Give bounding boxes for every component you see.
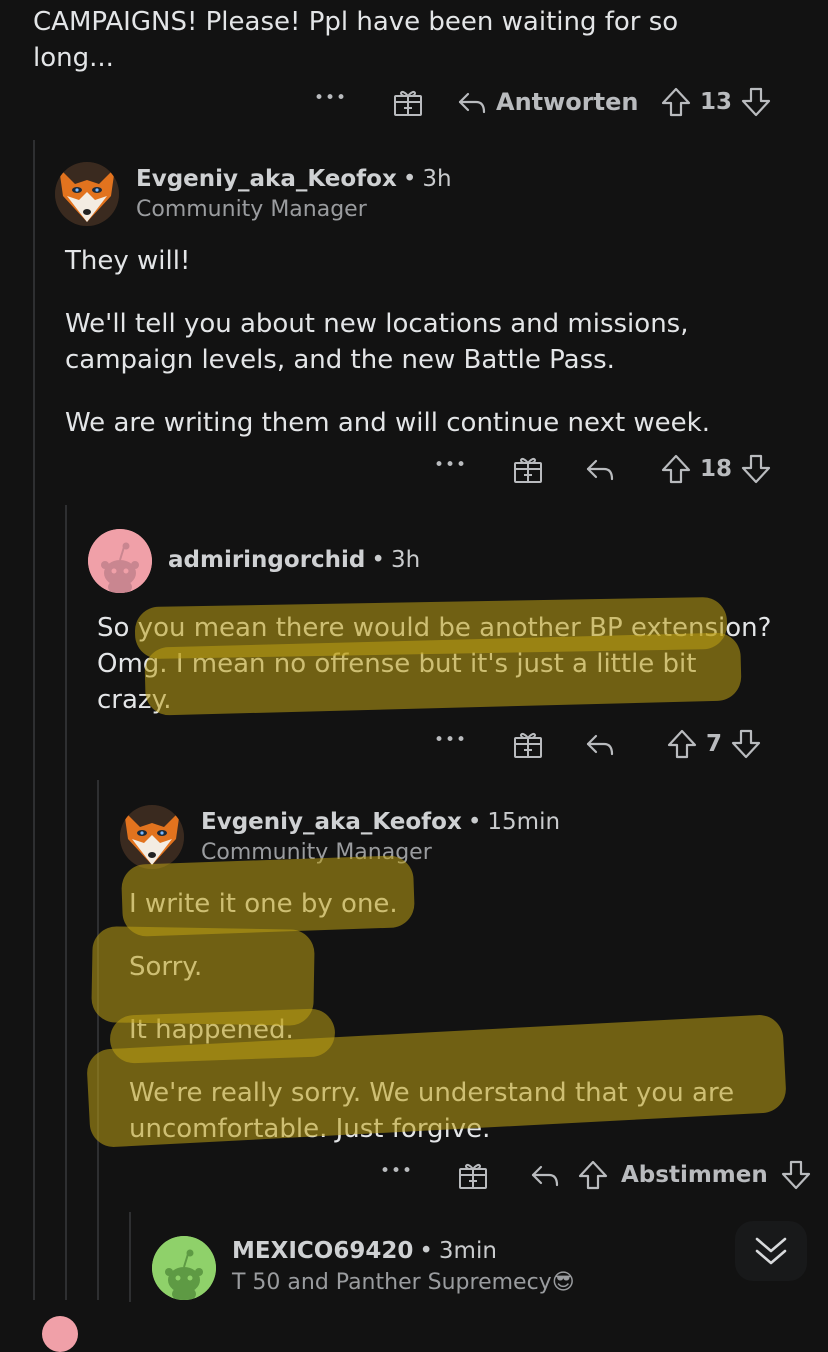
vote-count: 13 [700,89,733,115]
vote-count: 18 [700,456,733,482]
snoo-avatar-icon [88,529,152,593]
separator: • [467,809,482,835]
user-flair-line: T 50 and Panther Supremecy😎 [232,1270,575,1295]
award-icon [459,1163,487,1189]
avatar[interactable] [120,805,184,869]
more-button[interactable]: ••• [314,88,347,108]
collapse-button[interactable] [735,1221,807,1281]
comment-paragraph: We are writing them and will continue ne… [65,408,710,438]
comment-paragraph: Sorry. [129,952,203,982]
more-icon: ••• [380,1161,414,1181]
comment-author-line: MEXICO69420 • 3min [232,1238,497,1264]
avatar[interactable] [55,162,119,226]
avatar[interactable] [42,1316,78,1352]
reply-icon [586,459,614,481]
user-flair: Community Manager [136,197,367,222]
comment-paragraph: We're really sorry. We understand that y… [129,1078,735,1144]
comment-paragraph: They will! [65,246,191,276]
more-button[interactable]: ••• [380,1161,413,1181]
comment-body: I write it one by one. Sorry. It happene… [129,886,789,1174]
username[interactable]: Evgeniy_aka_Keofox [136,166,397,192]
comment-paragraph: We'll tell you about new locations and m… [65,309,689,375]
vote-control: 13 [660,86,772,118]
fox-avatar-icon [120,805,184,869]
award-button[interactable] [512,728,544,760]
username[interactable]: MEXICO69420 [232,1238,413,1264]
downvote-icon[interactable] [740,86,772,118]
comment-author-line: Evgeniy_aka_Keofox • 3h [136,166,452,192]
avatar[interactable] [152,1236,216,1300]
more-icon: ••• [434,455,468,475]
reply-icon [458,92,486,114]
reply-button[interactable]: Antworten [456,86,638,118]
vote-count: 7 [706,731,723,757]
more-icon: ••• [314,88,348,108]
timestamp: 3h [422,166,452,192]
separator: • [419,1238,433,1264]
username[interactable]: admiringorchid [168,547,365,573]
award-icon [394,90,422,116]
comment-paragraph: I write it one by one. [129,889,398,919]
snoo-avatar-icon [152,1236,216,1300]
comment-paragraph: It happened. [129,1015,294,1045]
thread-line-level-1[interactable] [33,140,35,1300]
award-icon [514,457,542,483]
downvote-icon[interactable] [740,453,772,485]
award-button[interactable] [457,1159,489,1191]
vote-control: 7 [666,728,762,760]
fox-avatar-icon [55,162,119,226]
award-button[interactable] [512,453,544,485]
comment-paragraph: CAMPAIGNS! Please! Ppl have been waiting… [33,7,679,73]
award-icon [514,732,542,758]
comment-author-line: Evgeniy_aka_Keofox • 15min [201,809,560,835]
vote-label: Abstimmen [621,1162,768,1188]
sunglasses-emoji-icon: 😎 [551,1270,575,1295]
downvote-icon[interactable] [730,728,762,760]
reply-label: Antworten [496,88,639,116]
thread-line-level-4[interactable] [129,1212,131,1302]
more-icon: ••• [434,730,468,750]
comment-body: They will! We'll tell you about new loca… [65,243,765,468]
collapse-chevrons-icon [755,1237,787,1265]
upvote-icon[interactable] [666,728,698,760]
timestamp: 3min [438,1238,497,1264]
more-button[interactable]: ••• [434,455,467,475]
timestamp: 15min [487,809,561,835]
avatar[interactable] [88,529,152,593]
comment-author-line: admiringorchid • 3h [168,547,420,573]
upvote-icon[interactable] [660,453,692,485]
reply-icon [531,1165,559,1187]
separator: • [371,547,385,573]
reply-button[interactable] [529,1159,561,1191]
comment-paragraph: So you mean there would be another BP ex… [97,613,772,715]
reply-icon [586,734,614,756]
reply-button[interactable] [584,453,616,485]
separator: • [402,166,417,192]
timestamp: 3h [390,547,421,573]
vote-control: Abstimmen [577,1159,812,1191]
thread-line-level-2[interactable] [65,505,67,1300]
username[interactable]: Evgeniy_aka_Keofox [201,809,462,835]
upvote-icon[interactable] [577,1159,609,1191]
more-button[interactable]: ••• [434,730,467,750]
reply-button[interactable] [584,728,616,760]
downvote-icon[interactable] [780,1159,812,1191]
vote-control: 18 [660,453,772,485]
award-button[interactable] [392,86,424,118]
user-flair: Community Manager [201,840,432,865]
thread-line-level-3[interactable] [97,780,99,1300]
user-flair: T 50 and Panther Supremecy [232,1270,552,1295]
upvote-icon[interactable] [660,86,692,118]
comment-body: So you mean there would be another BP ex… [97,610,777,745]
